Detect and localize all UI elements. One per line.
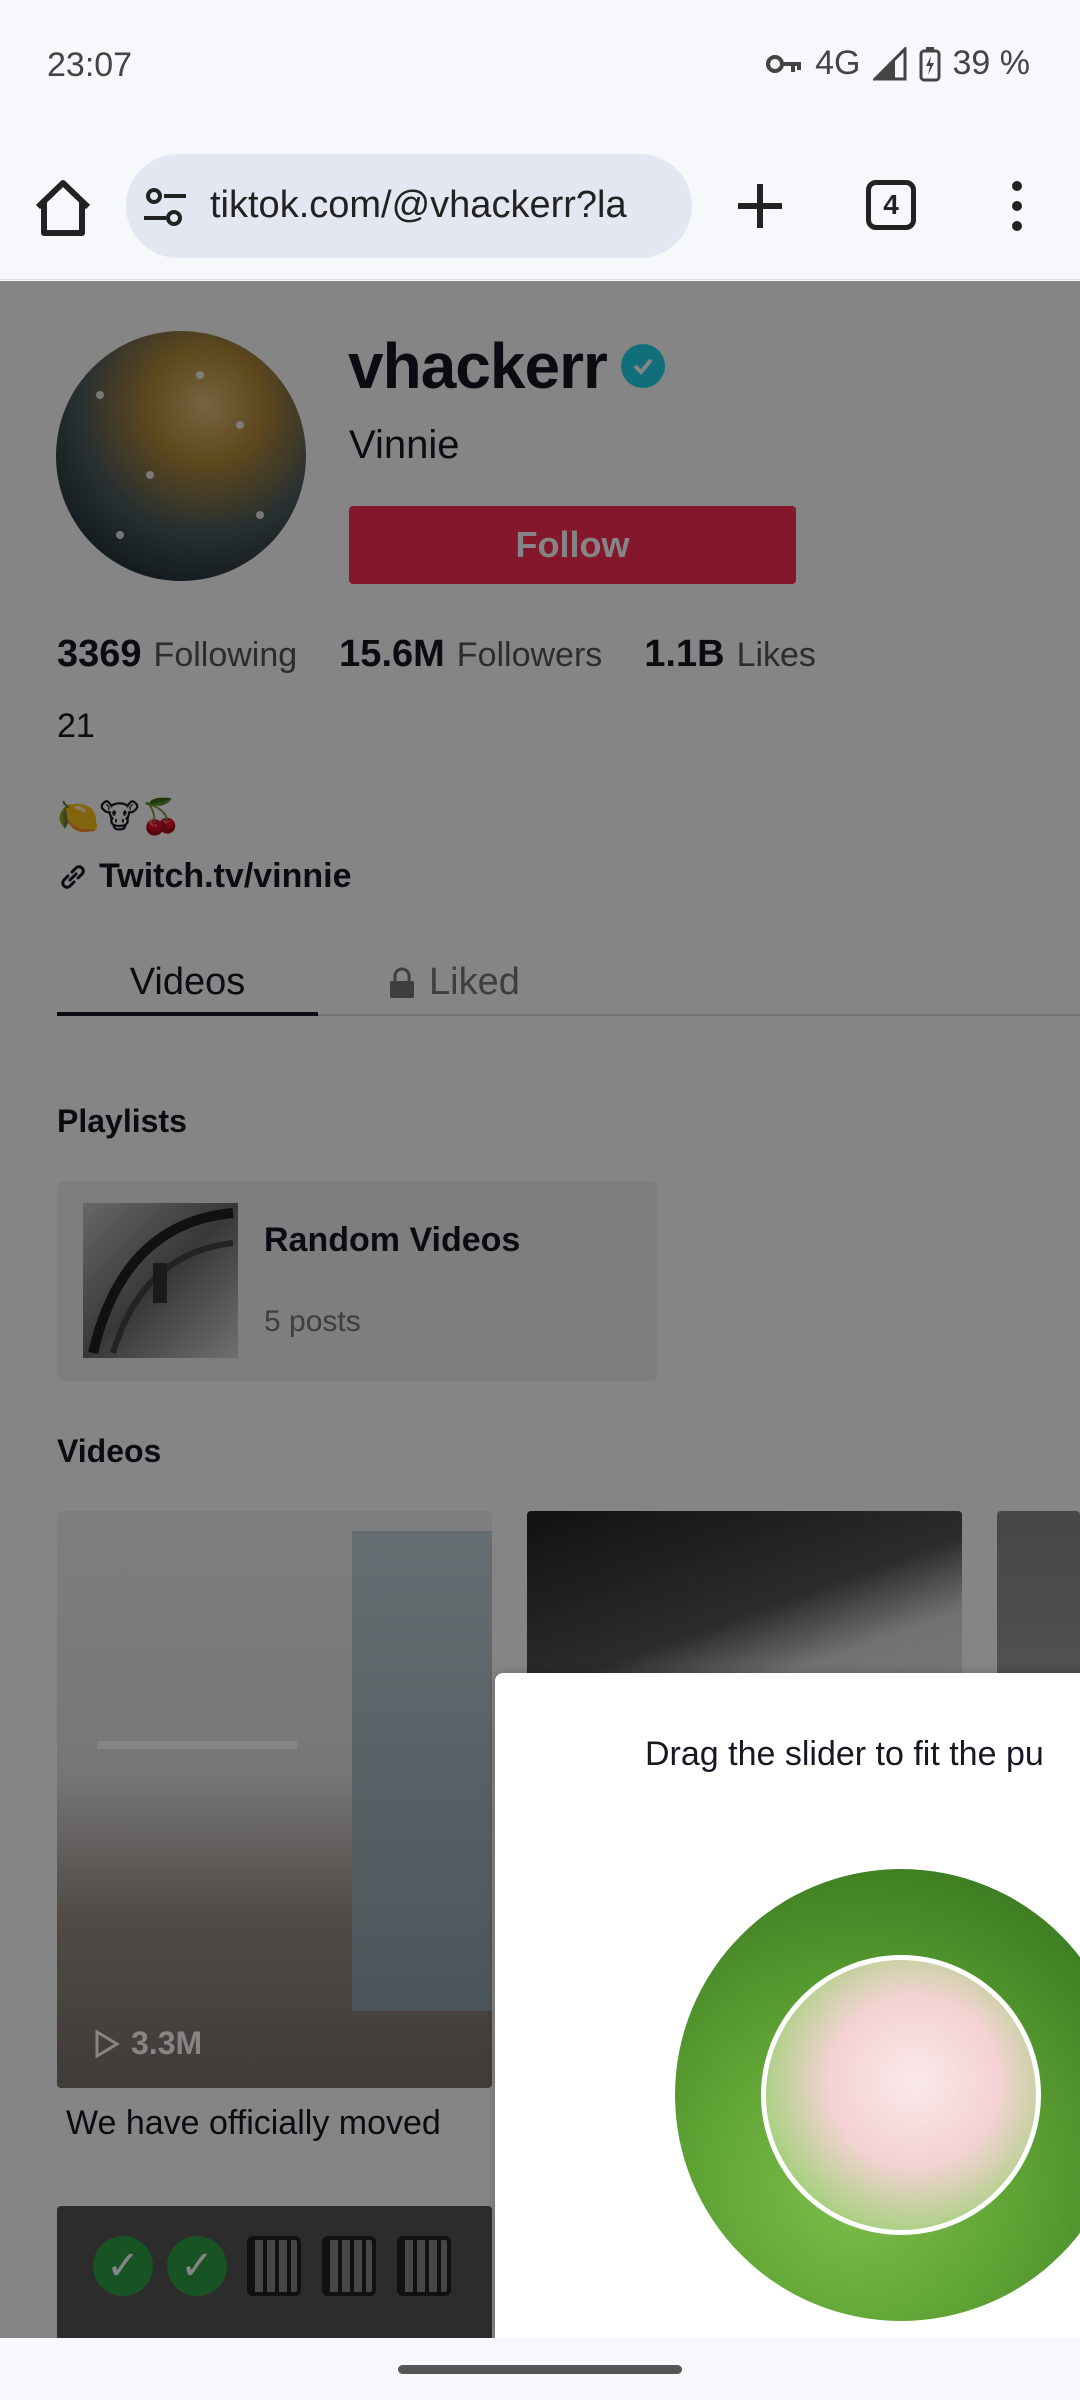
status-time: 23:07 (47, 46, 133, 84)
new-tab-icon[interactable] (730, 176, 790, 236)
browser-toolbar: tiktok.com/@vhackerr?la 4 (0, 140, 1080, 280)
battery-icon (919, 46, 940, 81)
battery-level: 39 % (952, 44, 1031, 82)
site-settings-icon[interactable] (142, 184, 188, 230)
more-menu-icon[interactable] (1000, 176, 1034, 236)
captcha-puzzle-image (675, 1869, 1080, 2321)
captcha-dialog: Drag the slider to fit the pu (495, 1673, 1080, 2338)
captcha-rotating-piece[interactable] (761, 1955, 1041, 2235)
url-text[interactable]: tiktok.com/@vhackerr?la (210, 184, 627, 227)
tab-switcher-button[interactable]: 4 (866, 180, 916, 230)
home-icon[interactable] (30, 175, 96, 241)
vpn-key-icon (766, 54, 802, 73)
status-bar: 23:07 4G 39 % (0, 0, 1080, 130)
home-gesture-handle[interactable] (398, 2365, 682, 2374)
network-type: 4G (815, 44, 861, 82)
gesture-bar (0, 2338, 1080, 2400)
address-bar[interactable]: tiktok.com/@vhackerr?la (126, 154, 692, 258)
captcha-prompt: Drag the slider to fit the pu (645, 1735, 1044, 1773)
status-icons: 4G 39 % (765, 44, 1030, 83)
signal-icon (872, 46, 906, 80)
